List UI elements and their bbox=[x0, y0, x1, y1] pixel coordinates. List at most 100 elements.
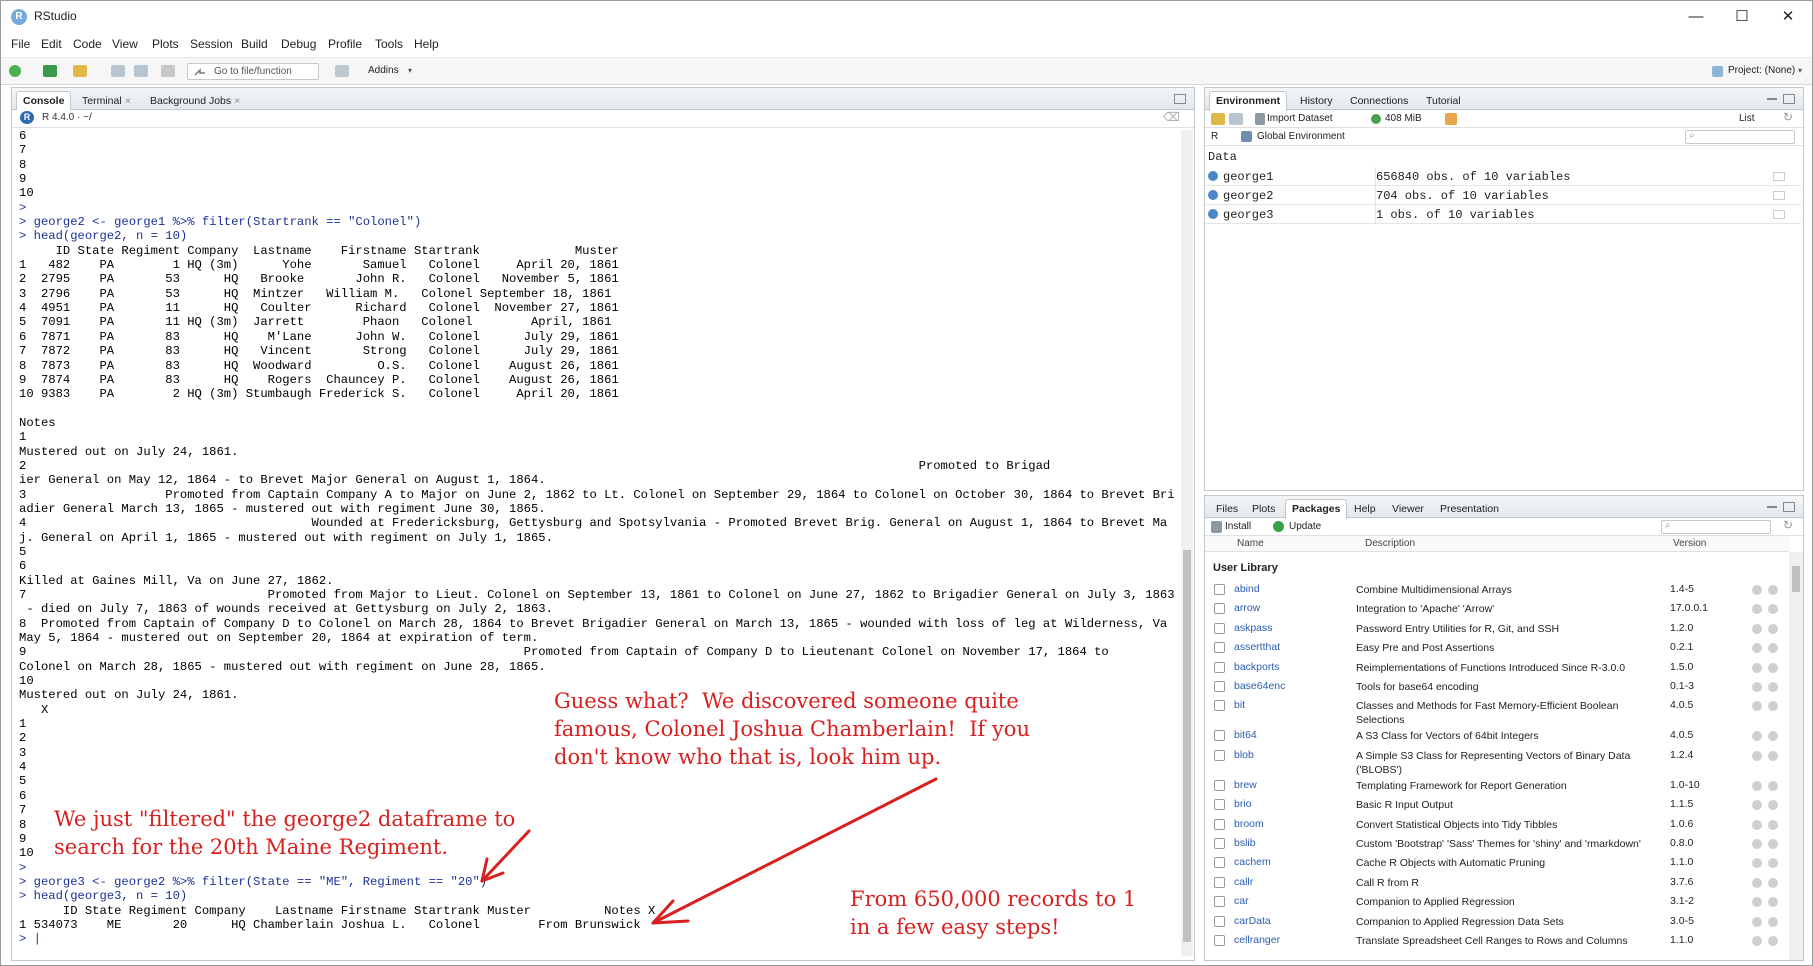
remove-package-icon[interactable] bbox=[1768, 877, 1778, 888]
col-version[interactable]: Version bbox=[1673, 538, 1706, 549]
package-row[interactable]: bslib Custom 'Bootstrap' 'Sass' Themes fo… bbox=[1206, 835, 1789, 854]
packages-search-input[interactable]: ⌕ bbox=[1661, 520, 1771, 534]
refresh-icon[interactable]: ↻ bbox=[1783, 518, 1793, 532]
minimize-button[interactable]: — bbox=[1673, 1, 1719, 33]
package-website-icon[interactable] bbox=[1752, 623, 1762, 634]
package-name[interactable]: cachem bbox=[1234, 856, 1271, 868]
package-row[interactable]: brio Basic R Input Output 1.1.5 bbox=[1206, 796, 1789, 815]
package-name[interactable]: askpass bbox=[1234, 622, 1273, 634]
tab-background-jobs[interactable]: Background Jobs × bbox=[143, 91, 247, 110]
remove-package-icon[interactable] bbox=[1768, 916, 1778, 927]
package-name[interactable]: abind bbox=[1234, 583, 1260, 595]
package-name[interactable]: arrow bbox=[1234, 602, 1260, 614]
close-button[interactable]: ✕ bbox=[1765, 1, 1811, 33]
tab-plots[interactable]: Plots bbox=[1245, 499, 1282, 518]
package-load-checkbox[interactable] bbox=[1214, 642, 1225, 654]
remove-package-icon[interactable] bbox=[1768, 800, 1778, 811]
remove-package-icon[interactable] bbox=[1768, 750, 1778, 761]
addins-menu[interactable]: Addins bbox=[368, 65, 399, 76]
new-file-icon[interactable] bbox=[9, 65, 21, 77]
package-load-checkbox[interactable] bbox=[1214, 896, 1225, 908]
package-website-icon[interactable] bbox=[1752, 858, 1762, 869]
remove-package-icon[interactable] bbox=[1768, 819, 1778, 830]
remove-package-icon[interactable] bbox=[1768, 858, 1778, 869]
tab-tutorial[interactable]: Tutorial bbox=[1419, 91, 1468, 110]
package-load-checkbox[interactable] bbox=[1214, 779, 1225, 791]
tab-terminal[interactable]: Terminal × bbox=[75, 91, 138, 110]
packages-scrollbar[interactable] bbox=[1789, 552, 1803, 960]
package-name[interactable]: car bbox=[1234, 895, 1249, 907]
env-row[interactable]: george1 656840 obs. of 10 variables bbox=[1205, 167, 1801, 186]
menu-edit[interactable]: Edit bbox=[41, 37, 62, 51]
package-row[interactable]: askpass Password Entry Utilities for R, G… bbox=[1206, 620, 1789, 639]
save-icon[interactable] bbox=[111, 65, 125, 77]
package-website-icon[interactable] bbox=[1752, 750, 1762, 761]
package-name[interactable]: assertthat bbox=[1234, 641, 1280, 653]
package-load-checkbox[interactable] bbox=[1214, 622, 1225, 634]
package-website-icon[interactable] bbox=[1752, 585, 1762, 595]
package-name[interactable]: brew bbox=[1234, 779, 1257, 791]
env-row[interactable]: george3 1 obs. of 10 variables bbox=[1205, 205, 1801, 224]
tab-environment[interactable]: Environment bbox=[1209, 91, 1288, 111]
minimize-pane-icon[interactable] bbox=[1767, 506, 1777, 508]
menu-help[interactable]: Help bbox=[414, 37, 439, 51]
package-website-icon[interactable] bbox=[1752, 780, 1762, 791]
console-scroll-thumb[interactable] bbox=[1183, 550, 1191, 942]
package-website-icon[interactable] bbox=[1752, 643, 1762, 654]
view-data-icon[interactable] bbox=[1773, 191, 1785, 200]
package-name[interactable]: blob bbox=[1234, 749, 1254, 761]
package-load-checkbox[interactable] bbox=[1214, 603, 1225, 615]
expand-icon[interactable] bbox=[1208, 190, 1218, 200]
package-load-checkbox[interactable] bbox=[1214, 730, 1225, 742]
package-load-checkbox[interactable] bbox=[1214, 661, 1225, 673]
tab-console[interactable]: Console bbox=[16, 91, 72, 111]
package-name[interactable]: callr bbox=[1234, 876, 1253, 888]
tab-presentation[interactable]: Presentation bbox=[1433, 499, 1506, 518]
package-load-checkbox[interactable] bbox=[1214, 584, 1225, 595]
grid-layout-icon[interactable] bbox=[335, 65, 349, 77]
package-name[interactable]: bslib bbox=[1234, 837, 1256, 849]
package-row[interactable]: base64enc Tools for base64 encoding 0.1-3 bbox=[1206, 678, 1789, 697]
remove-package-icon[interactable] bbox=[1768, 662, 1778, 673]
minimize-pane-icon[interactable] bbox=[1767, 98, 1777, 100]
col-name[interactable]: Name bbox=[1237, 538, 1264, 549]
close-tab-icon[interactable]: × bbox=[125, 95, 131, 107]
remove-package-icon[interactable] bbox=[1768, 701, 1778, 712]
menu-debug[interactable]: Debug bbox=[281, 37, 316, 51]
tab-connections[interactable]: Connections bbox=[1343, 91, 1415, 110]
import-dataset-button[interactable]: Import Dataset bbox=[1267, 113, 1333, 124]
menu-code[interactable]: Code bbox=[73, 37, 102, 51]
update-button[interactable]: Update bbox=[1289, 521, 1321, 532]
language-select[interactable]: R bbox=[1211, 131, 1218, 142]
remove-package-icon[interactable] bbox=[1768, 839, 1778, 849]
clear-console-icon[interactable]: ⌫ bbox=[1163, 110, 1180, 124]
package-row[interactable]: callr Call R from R 3.7.6 bbox=[1206, 874, 1789, 893]
list-view-menu[interactable]: List bbox=[1739, 113, 1755, 124]
package-row[interactable]: blob A Simple S3 Class for Representing V… bbox=[1206, 747, 1789, 777]
view-data-icon[interactable] bbox=[1773, 210, 1785, 219]
package-row[interactable]: bit64 A S3 Class for Vectors of 64bit Int… bbox=[1206, 727, 1789, 746]
package-load-checkbox[interactable] bbox=[1214, 876, 1225, 888]
package-website-icon[interactable] bbox=[1752, 731, 1762, 742]
env-search-input[interactable]: ⌕ bbox=[1685, 130, 1795, 144]
package-row[interactable]: carData Companion to Applied Regression D… bbox=[1206, 913, 1789, 932]
tab-history[interactable]: History bbox=[1293, 91, 1340, 110]
package-website-icon[interactable] bbox=[1752, 936, 1762, 946]
col-description[interactable]: Description bbox=[1365, 538, 1415, 549]
save-workspace-icon[interactable] bbox=[1229, 113, 1243, 125]
menu-view[interactable]: View bbox=[112, 37, 138, 51]
save-all-icon[interactable] bbox=[134, 65, 148, 77]
package-load-checkbox[interactable] bbox=[1214, 857, 1225, 869]
maximize-button[interactable]: ☐ bbox=[1719, 1, 1765, 33]
package-load-checkbox[interactable] bbox=[1214, 749, 1225, 761]
remove-package-icon[interactable] bbox=[1768, 682, 1778, 692]
package-row[interactable]: cachem Cache R Objects with Automatic Pru… bbox=[1206, 854, 1789, 873]
package-name[interactable]: bit64 bbox=[1234, 729, 1257, 741]
close-tab-icon[interactable]: × bbox=[234, 95, 240, 107]
package-load-checkbox[interactable] bbox=[1214, 915, 1225, 927]
package-load-checkbox[interactable] bbox=[1214, 838, 1225, 849]
package-name[interactable]: cellranger bbox=[1234, 934, 1280, 946]
package-row[interactable]: backports Reimplementations of Functions … bbox=[1206, 659, 1789, 678]
package-row[interactable]: brew Templating Framework for Report Gene… bbox=[1206, 777, 1789, 796]
tab-viewer[interactable]: Viewer bbox=[1385, 499, 1431, 518]
